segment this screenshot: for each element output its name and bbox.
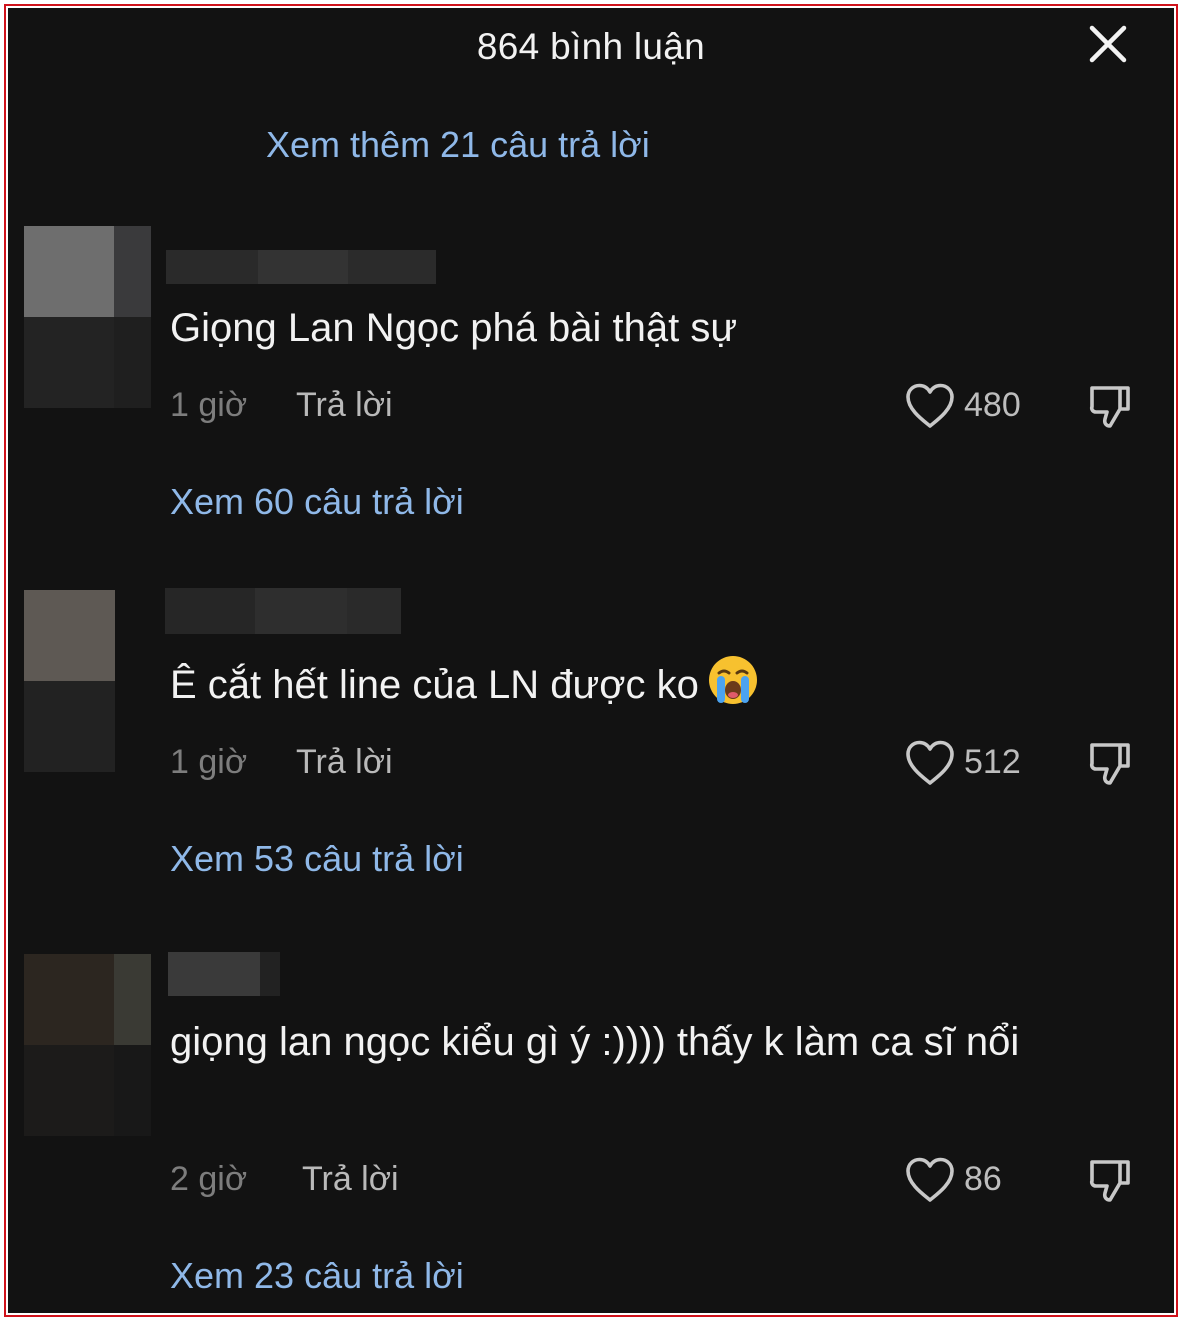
- comment-text: Giọng Lan Ngọc phá bài thật sự: [170, 306, 738, 350]
- comment-text: Ê cắt hết line của LN được ko: [170, 654, 1130, 715]
- username-blurred[interactable]: [168, 952, 280, 996]
- view-replies-link[interactable]: Xem 53 câu trả lời: [170, 838, 464, 880]
- comments-sheet: 864 bình luận Xem thêm 21 câu trả lời Gi…: [8, 8, 1174, 1313]
- thumbs-down-icon[interactable]: [1086, 1156, 1134, 1204]
- comments-count-title: 864 bình luận: [476, 26, 706, 67]
- view-replies-link[interactable]: Xem 23 câu trả lời: [170, 1255, 464, 1297]
- loudly-crying-face-emoji: [708, 656, 757, 704]
- comment-time: 1 giờ: [170, 386, 248, 424]
- comment-text: giọng lan ngọc kiểu gì ý :)))) thấy k là…: [170, 1020, 1020, 1064]
- thumbs-down-icon[interactable]: [1086, 382, 1134, 430]
- like-count: 480: [964, 386, 1021, 424]
- comment-text-content: Ê cắt hết line của LN được ko: [170, 663, 699, 707]
- username-blurred[interactable]: [166, 250, 436, 284]
- username-blurred[interactable]: [165, 588, 401, 634]
- avatar[interactable]: [24, 590, 115, 772]
- view-more-replies-link[interactable]: Xem thêm 21 câu trả lời: [266, 124, 650, 166]
- thumbs-down-icon[interactable]: [1086, 739, 1134, 787]
- reply-button[interactable]: Trả lời: [302, 1160, 399, 1199]
- comment-time: 1 giờ: [170, 743, 248, 781]
- like-count: 512: [964, 743, 1021, 781]
- heart-outline-icon[interactable]: [904, 739, 956, 787]
- avatar[interactable]: [24, 226, 151, 408]
- avatar[interactable]: [24, 954, 151, 1136]
- close-icon[interactable]: [1086, 22, 1130, 66]
- heart-outline-icon[interactable]: [904, 1156, 956, 1204]
- view-replies-link[interactable]: Xem 60 câu trả lời: [170, 481, 464, 523]
- comment-time: 2 giờ: [170, 1160, 248, 1198]
- like-count: 86: [964, 1160, 1002, 1198]
- heart-outline-icon[interactable]: [904, 382, 956, 430]
- reply-button[interactable]: Trả lời: [296, 386, 393, 425]
- reply-button[interactable]: Trả lời: [296, 743, 393, 782]
